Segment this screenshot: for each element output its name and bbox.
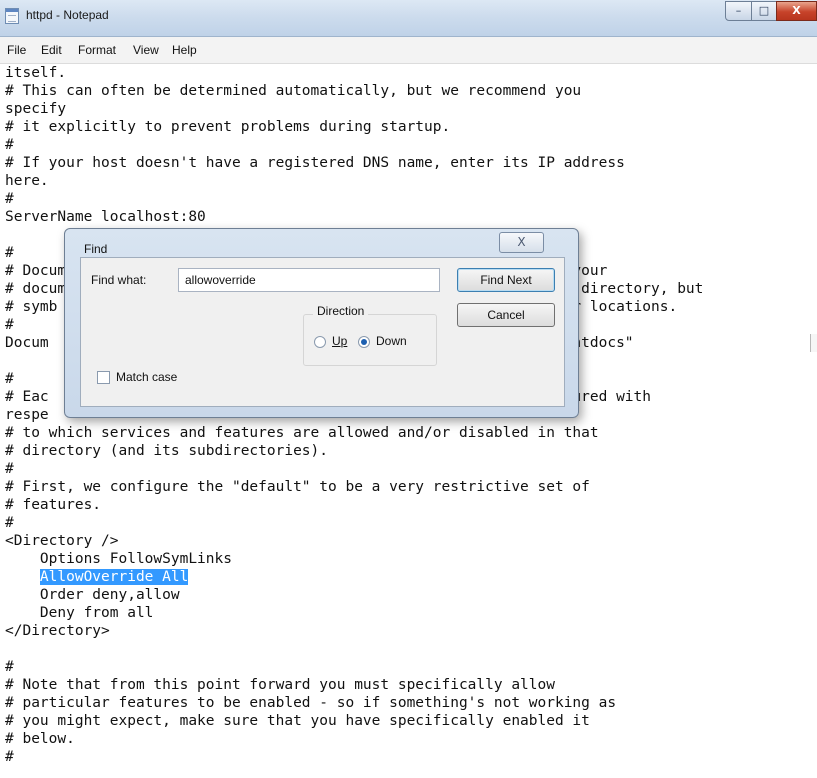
maximize-button[interactable]: □ [751,1,777,21]
menu-bar: File Edit Format View Help [0,37,817,64]
text-line: # [5,749,14,765]
find-what-label: Find what: [91,273,147,287]
text-line: # directory (and its subdirectories). [5,443,329,459]
text-line: # features. [5,497,102,513]
text-line: AllowOverride All [5,568,703,586]
text-line: # it explicitly to prevent problems duri… [5,119,451,135]
text-line: specify [5,101,67,117]
text-line: Options FollowSymLinks [5,551,232,567]
selected-text: AllowOverride All [39,569,189,585]
text-line: # to which services and features are all… [5,425,599,441]
text-editor[interactable]: itself. # This can often be determined au… [0,64,817,778]
match-case-label[interactable]: Match case [116,370,177,384]
menu-edit[interactable]: Edit [41,43,62,57]
text-line: # If your host doesn't have a registered… [5,155,625,171]
text-line: # [5,515,14,531]
text-line: # First, we configure the "default" to b… [5,479,590,495]
find-what-input[interactable] [178,268,440,292]
find-close-button[interactable]: X [499,232,544,253]
text-line [5,640,703,658]
direction-down-radio[interactable] [358,336,370,348]
text-line: # [5,659,14,675]
find-next-button[interactable]: Find Next [457,268,555,292]
text-line: # particular features to be enabled - so… [5,695,617,711]
find-dialog-body: Find what: Find Next Cancel Direction Up… [80,257,565,407]
text-line: <Directory /> [5,533,119,549]
find-dialog[interactable]: Find X Find what: Find Next Cancel Direc… [64,228,579,418]
direction-up-radio[interactable] [314,336,326,348]
text-line: ServerName localhost:80 [5,209,206,225]
text-line: Deny from all [5,605,154,621]
close-icon: X [517,235,526,249]
minimize-icon: – [735,4,742,17]
text-line: itself. [5,65,67,81]
menu-format[interactable]: Format [78,43,116,57]
cancel-button[interactable]: Cancel [457,303,555,327]
title-bar[interactable]: httpd - Notepad – □ X [0,0,817,37]
window-title: httpd - Notepad [26,8,109,22]
find-dialog-title: Find [84,242,108,256]
close-icon: X [792,4,801,17]
text-line: # This can often be determined automatic… [5,83,582,99]
text-line: </Directory> [5,623,110,639]
text-line: # [5,461,14,477]
menu-file[interactable]: File [7,43,26,57]
menu-view[interactable]: View [133,43,159,57]
menu-help[interactable]: Help [172,43,197,57]
close-button[interactable]: X [776,1,817,21]
minimize-button[interactable]: – [725,1,752,21]
direction-label: Direction [313,304,369,318]
maximize-icon: □ [758,4,770,17]
text-line: # [5,191,14,207]
text-line: # [5,137,14,153]
text-line: Order deny,allow [5,587,180,603]
text-line: # Note that from this point forward you … [5,677,555,693]
notepad-icon [5,8,19,24]
match-case-checkbox[interactable] [97,371,110,384]
scrollbar[interactable] [810,334,817,352]
direction-down-label[interactable]: Down [376,334,407,348]
direction-up-label[interactable]: Up [332,334,347,348]
text-line: here. [5,173,49,189]
text-line: # below. [5,731,75,747]
text-line: # you might expect, make sure that you h… [5,713,590,729]
